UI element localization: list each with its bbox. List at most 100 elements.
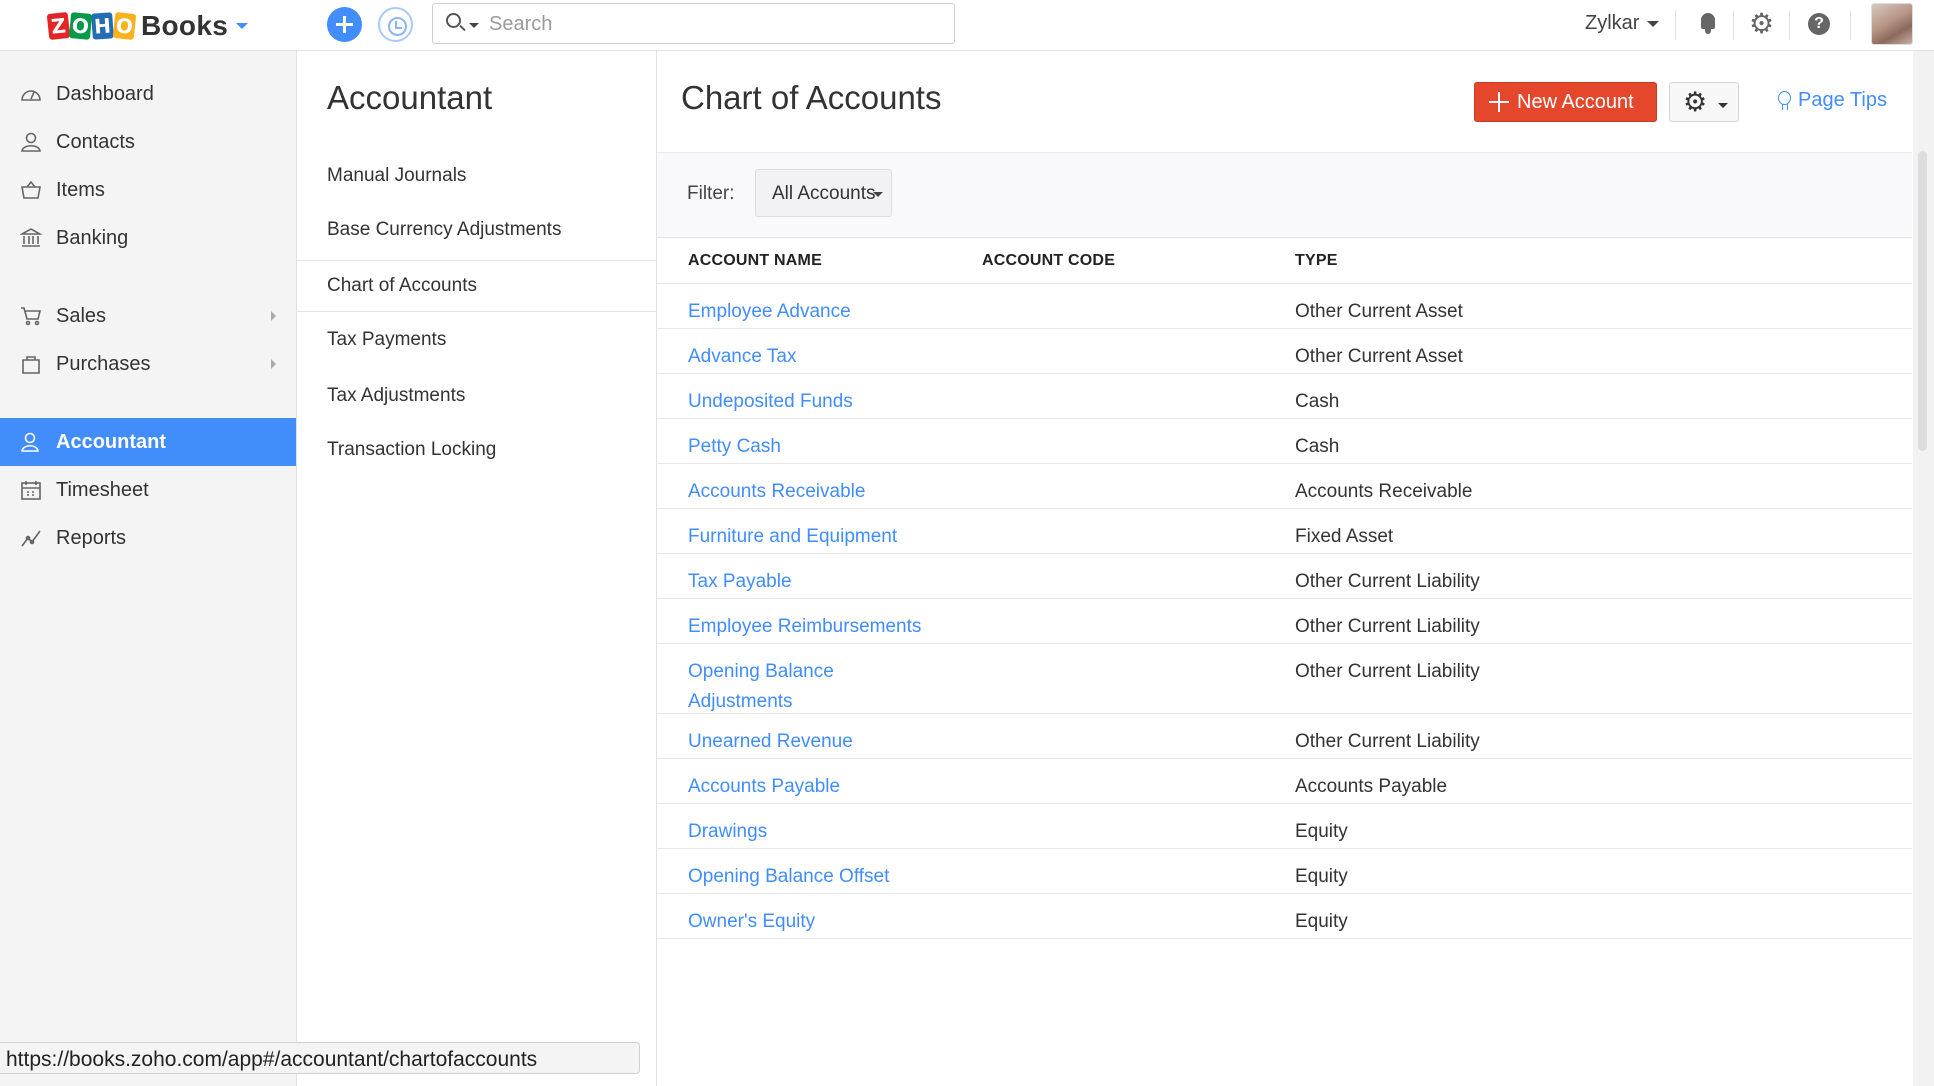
chevron-right-icon	[271, 311, 276, 321]
sidebar-item-label: Contacts	[56, 130, 135, 153]
sidebar-item-label: Sales	[56, 304, 107, 327]
page-tips-label: Page Tips	[1798, 89, 1887, 111]
lightbulb-icon	[1778, 90, 1791, 111]
account-name-link[interactable]: Employee Advance	[688, 297, 948, 327]
sidebar-item-reports[interactable]: Reports	[0, 514, 296, 562]
table-row[interactable]: Unearned Revenue Other Current Liability	[657, 714, 1912, 759]
account-type: Other Current Asset	[1295, 301, 1463, 322]
divider	[1675, 10, 1676, 40]
search-box	[432, 3, 955, 44]
submenu-item-manual-journals[interactable]: Manual Journals	[327, 165, 466, 187]
chevron-down-icon	[1718, 103, 1728, 108]
chevron-down-icon	[1647, 20, 1660, 27]
table-row[interactable]: Advance Tax Other Current Asset	[657, 329, 1912, 374]
table-body: Employee Advance Other Current Asset Advan…	[657, 284, 1912, 939]
new-account-label: New Account	[1517, 90, 1634, 113]
table-row[interactable]: Furniture and Equipment Fixed Asset	[657, 509, 1912, 554]
account-name-link[interactable]: Advance Tax	[688, 342, 948, 372]
account-name-link[interactable]: Drawings	[688, 817, 948, 847]
filter-value: All Accounts	[772, 183, 876, 204]
app-logo[interactable]: Z O H O Books	[46, 10, 249, 42]
search-scope-dropdown-icon[interactable]	[469, 23, 479, 28]
account-name-link[interactable]: Accounts Payable	[688, 772, 948, 802]
sidebar-item-dashboard[interactable]: Dashboard	[0, 70, 296, 118]
account-name-link[interactable]: Accounts Receivable	[688, 477, 948, 507]
notifications-bell-icon[interactable]	[1699, 13, 1717, 35]
accountant-icon	[21, 432, 39, 452]
submenu-item-tax-payments[interactable]: Tax Payments	[327, 329, 446, 351]
table-row[interactable]: Employee Reimbursements Other Current Lia…	[657, 599, 1912, 644]
sales-cart-icon	[21, 307, 42, 326]
table-row[interactable]: Opening Balance Offset Equity	[657, 849, 1912, 894]
chevron-down-icon[interactable]	[236, 23, 249, 29]
new-account-button[interactable]: New Account	[1474, 82, 1657, 122]
settings-dropdown-button[interactable]: ⚙	[1669, 82, 1739, 122]
main-sidebar: Dashboard Contacts Items Banking Sales P…	[0, 51, 297, 1086]
table-row[interactable]: Accounts Payable Accounts Payable	[657, 759, 1912, 804]
divider	[1850, 10, 1851, 40]
chevron-down-icon	[873, 192, 883, 197]
account-type: Other Current Asset	[1295, 346, 1463, 367]
account-name-link[interactable]: Employee Reimbursements	[688, 612, 948, 642]
sidebar-item-contacts[interactable]: Contacts	[0, 118, 296, 166]
table-row[interactable]: Accounts Receivable Accounts Receivable	[657, 464, 1912, 509]
sidebar-item-accountant[interactable]: Accountant	[0, 418, 296, 466]
submenu-item-transaction-locking[interactable]: Transaction Locking	[327, 439, 496, 461]
page-tips-link[interactable]: Page Tips	[1778, 89, 1887, 112]
column-header-account-code[interactable]: ACCOUNT CODE	[982, 252, 1115, 270]
table-row[interactable]: Tax Payable Other Current Liability	[657, 554, 1912, 599]
account-type: Equity	[1295, 821, 1348, 842]
sidebar-item-timesheet[interactable]: Timesheet	[0, 466, 296, 514]
page-scrollbar[interactable]	[1913, 51, 1934, 1086]
column-header-account-name[interactable]: ACCOUNT NAME	[688, 252, 822, 270]
sidebar-item-label: Banking	[56, 226, 129, 249]
recent-history-clock-icon[interactable]	[378, 7, 413, 42]
sidebar-item-sales[interactable]: Sales	[0, 292, 296, 340]
sidebar-item-banking[interactable]: Banking	[0, 214, 296, 262]
account-name-link[interactable]: Tax Payable	[688, 567, 948, 597]
organization-name: Zylkar	[1585, 12, 1640, 34]
sidebar-item-purchases[interactable]: Purchases	[0, 340, 296, 388]
user-avatar[interactable]	[1871, 3, 1913, 45]
account-name-link[interactable]: Petty Cash	[688, 432, 948, 462]
table-row[interactable]: Undeposited Funds Cash	[657, 374, 1912, 419]
dashboard-icon	[21, 90, 41, 101]
table-row[interactable]: Employee Advance Other Current Asset	[657, 284, 1912, 329]
help-question-icon[interactable]: ?	[1808, 13, 1830, 35]
account-name-link[interactable]: Furniture and Equipment	[688, 522, 948, 552]
main-content: Chart of Accounts New Account ⚙ Page Tip…	[657, 51, 1934, 1086]
plus-icon	[1489, 92, 1509, 112]
purchases-bag-icon	[22, 356, 40, 374]
account-name-link[interactable]: Opening Balance Offset	[688, 862, 948, 892]
account-type: Cash	[1295, 436, 1340, 457]
submenu-title: Accountant	[327, 79, 493, 116]
table-row[interactable]: Owner's Equity Equity	[657, 894, 1912, 939]
search-input[interactable]	[489, 10, 929, 38]
top-bar: Z O H O Books Zylkar ⚙ ?	[0, 0, 1934, 51]
submenu-item-tax-adjustments[interactable]: Tax Adjustments	[327, 385, 465, 407]
reports-chart-icon	[21, 530, 41, 547]
table-header: ACCOUNT NAME ACCOUNT CODE TYPE	[657, 238, 1912, 284]
table-row[interactable]: Opening Balance Adjustments Other Current…	[657, 644, 1912, 714]
zoho-logo-icon: Z O H O	[46, 11, 137, 41]
quick-create-plus-icon[interactable]	[327, 7, 362, 42]
account-name-link[interactable]: Unearned Revenue	[688, 727, 948, 757]
browser-status-url: https://books.zoho.com/app#/accountant/c…	[0, 1042, 640, 1074]
table-row[interactable]: Petty Cash Cash	[657, 419, 1912, 464]
account-type: Fixed Asset	[1295, 526, 1394, 547]
filter-dropdown[interactable]: All Accounts	[755, 169, 892, 217]
account-name-link[interactable]: Undeposited Funds	[688, 387, 948, 417]
filter-bar: Filter: All Accounts	[657, 152, 1912, 238]
sidebar-item-items[interactable]: Items	[0, 166, 296, 214]
organization-switcher[interactable]: Zylkar	[1585, 12, 1660, 35]
sidebar-item-label: Reports	[56, 526, 127, 549]
submenu-item-chart-of-accounts[interactable]: Chart of Accounts	[327, 275, 477, 297]
search-icon[interactable]	[446, 13, 461, 28]
settings-gear-icon[interactable]: ⚙	[1749, 8, 1774, 40]
submenu-item-base-currency-adjustments[interactable]: Base Currency Adjustments	[327, 219, 561, 241]
column-header-type[interactable]: TYPE	[1295, 252, 1338, 270]
account-name-link[interactable]: Owner's Equity	[688, 907, 948, 937]
scrollbar-thumb[interactable]	[1918, 151, 1927, 451]
table-row[interactable]: Drawings Equity	[657, 804, 1912, 849]
account-name-link[interactable]: Opening Balance Adjustments	[688, 657, 838, 717]
